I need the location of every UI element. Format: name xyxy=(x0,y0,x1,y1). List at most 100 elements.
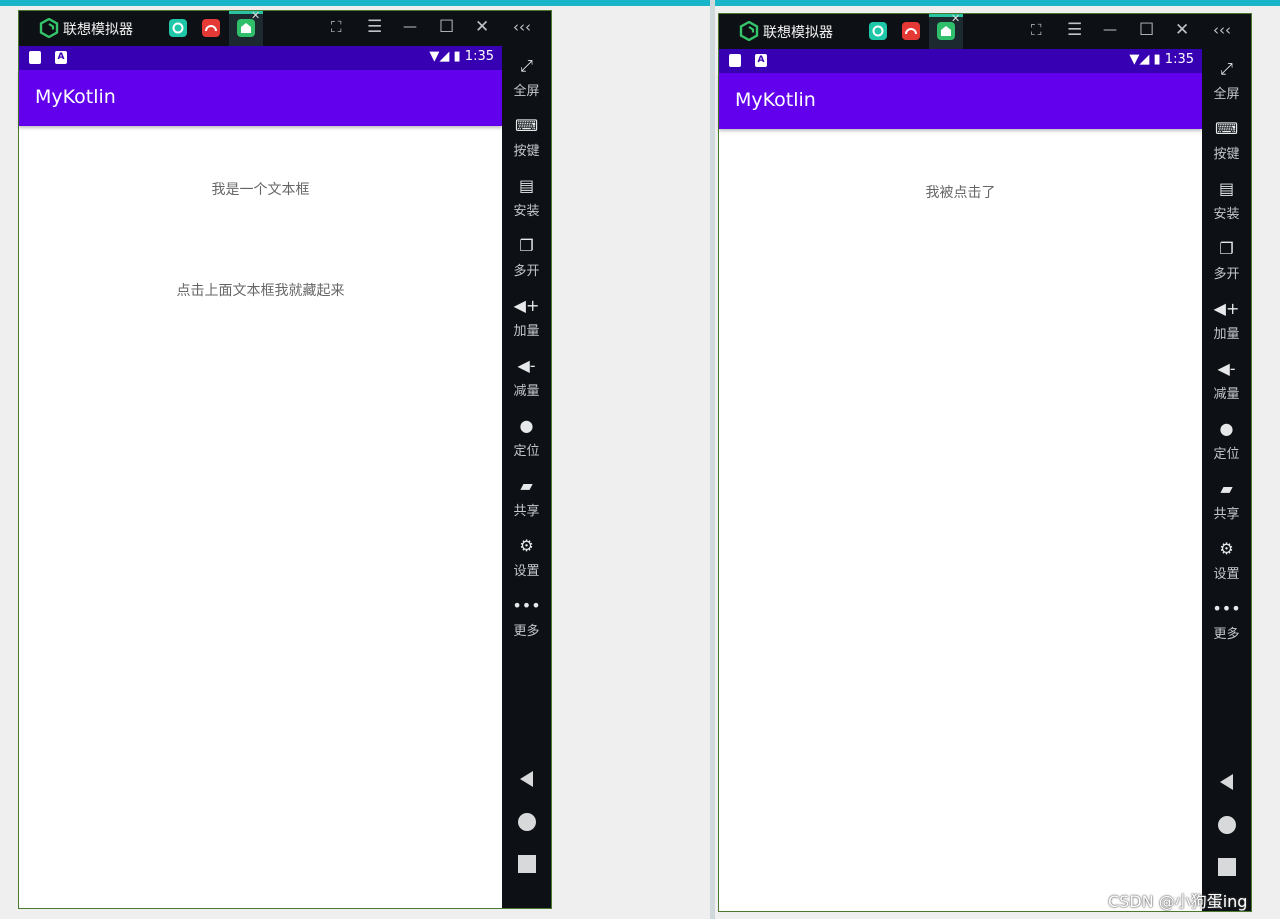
emulator-titlebar: 联想模拟器 ✕ ⛶ ☰ — ☐ ✕ ‹‹‹ xyxy=(719,12,1251,49)
signal-icon: ◢ xyxy=(1139,52,1150,67)
tab-app-teal-icon[interactable] xyxy=(169,19,187,37)
signal-icon: ◢ xyxy=(439,49,450,64)
recents-icon[interactable] xyxy=(1217,857,1237,877)
apk-icon: ▤ xyxy=(1218,179,1235,198)
text-view[interactable]: 我被点击了 xyxy=(719,182,1202,202)
lenovo-logo-icon xyxy=(39,18,59,38)
tab-app-teal-icon[interactable] xyxy=(869,22,887,40)
battery-icon: ▮ xyxy=(453,49,461,64)
sidebar-item-keys[interactable]: ⌨ 按键 xyxy=(1202,117,1251,162)
sidebar-item-volume-down[interactable]: ◀- 减量 xyxy=(1202,357,1251,402)
sidebar-item-location[interactable]: ● 定位 xyxy=(1202,417,1251,462)
sidebar-item-volume-up[interactable]: ◀+ 加量 xyxy=(502,294,551,339)
menu-icon[interactable]: ☰ xyxy=(1067,20,1082,40)
emulator-sidebar: ⤢ 全屏 ⌨ 按键 ▤ 安装 ❐ 多开 ◀+ 加量 ◀- 减量 ● 定位 ▰ 共 xyxy=(1202,49,1251,911)
collapse-sidebar-icon[interactable]: ‹‹‹ xyxy=(1213,20,1231,40)
emulator-title: 联想模拟器 xyxy=(763,25,833,41)
close-icon[interactable]: ✕ xyxy=(475,17,489,37)
sidebar-item-multi-open[interactable]: ❐ 多开 xyxy=(502,234,551,279)
collapse-sidebar-icon[interactable]: ‹‹‹ xyxy=(513,17,531,37)
multi-open-icon: ❐ xyxy=(1219,239,1234,258)
recents-icon[interactable] xyxy=(517,854,537,874)
notification-icon xyxy=(29,51,41,64)
sidebar-item-location[interactable]: ● 定位 xyxy=(502,414,551,459)
emulator-titlebar: 联想模拟器 ✕ ⛶ ☰ — ☐ ✕ ‹‹‹ xyxy=(19,9,551,46)
screenshot-icon[interactable]: ⛶ xyxy=(331,17,342,37)
sidebar-item-settings[interactable]: ⚙ 设置 xyxy=(502,534,551,579)
sidebar-item-fullscreen[interactable]: ⤢ 全屏 xyxy=(502,54,551,99)
emulator-sidebar: ⤢ 全屏 ⌨ 按键 ▤ 安装 ❐ 多开 ◀+ 加量 ◀- 减量 ● 定位 ▰ 共 xyxy=(502,46,551,908)
notification-a-icon: A xyxy=(55,51,67,64)
app-bar: MyKotlin xyxy=(719,73,1202,129)
screenshot-divider xyxy=(710,0,715,919)
status-right: ▼◢ ▮ 1:35 xyxy=(1129,52,1194,67)
minimize-icon[interactable]: — xyxy=(403,17,417,37)
sidebar-item-more[interactable]: ••• 更多 xyxy=(502,594,551,639)
app-title: MyKotlin xyxy=(35,86,116,108)
lenovo-logo-icon xyxy=(739,21,759,41)
sidebar-item-share[interactable]: ▰ 共享 xyxy=(1202,477,1251,522)
gear-icon: ⚙ xyxy=(1219,539,1234,558)
clock: 1:35 xyxy=(464,49,494,64)
more-icon: ••• xyxy=(512,596,541,615)
fullscreen-icon: ⤢ xyxy=(520,56,533,75)
sidebar-item-install[interactable]: ▤ 安装 xyxy=(502,174,551,219)
sidebar-item-volume-down[interactable]: ◀- 减量 xyxy=(502,354,551,399)
emulator-title: 联想模拟器 xyxy=(63,22,133,38)
folder-icon: ▰ xyxy=(1220,479,1233,498)
wifi-icon: ▼ xyxy=(1129,52,1140,67)
maximize-icon[interactable]: ☐ xyxy=(1139,20,1154,40)
text-view[interactable]: 我是一个文本框 xyxy=(19,179,502,199)
close-icon[interactable]: ✕ xyxy=(1175,20,1189,40)
battery-icon: ▮ xyxy=(1153,52,1161,67)
tab-app-red-icon[interactable] xyxy=(202,19,220,37)
status-bar: A ▼◢ ▮ 1:35 xyxy=(719,49,1202,73)
sidebar-item-keys[interactable]: ⌨ 按键 xyxy=(502,114,551,159)
folder-icon: ▰ xyxy=(520,476,533,495)
top-accent-bar-left xyxy=(0,0,710,6)
home-icon[interactable] xyxy=(517,812,537,832)
back-icon[interactable] xyxy=(517,769,537,789)
top-accent-bar-right xyxy=(715,0,1280,6)
android-screen: A ▼◢ ▮ 1:35 MyKotlin 我是一个文本框 点击上面文本框我就藏起… xyxy=(19,46,502,908)
sidebar-item-volume-up[interactable]: ◀+ 加量 xyxy=(1202,297,1251,342)
volume-down-icon: ◀- xyxy=(517,356,536,375)
keyboard-icon: ⌨ xyxy=(1214,119,1239,138)
hint-text-view: 点击上面文本框我就藏起来 xyxy=(176,283,345,299)
app-title: MyKotlin xyxy=(735,89,816,111)
status-bar: A ▼◢ ▮ 1:35 xyxy=(19,46,502,70)
sidebar-item-fullscreen[interactable]: ⤢ 全屏 xyxy=(1202,57,1251,102)
status-right: ▼◢ ▮ 1:35 xyxy=(429,49,494,64)
emulator-window-right: 联想模拟器 ✕ ⛶ ☰ — ☐ ✕ ‹‹‹ A ▼◢ ▮ 1:35 MyKotl… xyxy=(718,12,1252,912)
notification-icon xyxy=(729,54,741,67)
tab-close-icon[interactable]: ✕ xyxy=(251,9,260,22)
emulator-window-left: 联想模拟器 ✕ ⛶ ☰ — ☐ ✕ ‹‹‹ A ▼◢ ▮ 1:35 MyKotl… xyxy=(18,9,552,909)
screenshot-icon[interactable]: ⛶ xyxy=(1031,20,1042,40)
sidebar-item-install[interactable]: ▤ 安装 xyxy=(1202,177,1251,222)
volume-up-icon: ◀+ xyxy=(1213,299,1240,318)
android-screen: A ▼◢ ▮ 1:35 MyKotlin 我被点击了 xyxy=(719,49,1202,911)
notification-a-icon: A xyxy=(755,54,767,67)
sidebar-item-settings[interactable]: ⚙ 设置 xyxy=(1202,537,1251,582)
back-icon[interactable] xyxy=(1217,772,1237,792)
fullscreen-icon: ⤢ xyxy=(1220,59,1233,78)
clock: 1:35 xyxy=(1164,52,1194,67)
sidebar-item-share[interactable]: ▰ 共享 xyxy=(502,474,551,519)
multi-open-icon: ❐ xyxy=(519,236,534,255)
tab-close-icon[interactable]: ✕ xyxy=(951,12,960,25)
apk-icon: ▤ xyxy=(518,176,535,195)
location-icon: ● xyxy=(519,416,534,435)
wifi-icon: ▼ xyxy=(429,49,440,64)
tab-app-red-icon[interactable] xyxy=(902,22,920,40)
location-icon: ● xyxy=(1219,419,1234,438)
volume-down-icon: ◀- xyxy=(1217,359,1236,378)
maximize-icon[interactable]: ☐ xyxy=(439,17,454,37)
gear-icon: ⚙ xyxy=(519,536,534,555)
volume-up-icon: ◀+ xyxy=(513,296,540,315)
home-icon[interactable] xyxy=(1217,815,1237,835)
menu-icon[interactable]: ☰ xyxy=(367,17,382,37)
keyboard-icon: ⌨ xyxy=(514,116,539,135)
minimize-icon[interactable]: — xyxy=(1103,20,1117,40)
sidebar-item-multi-open[interactable]: ❐ 多开 xyxy=(1202,237,1251,282)
sidebar-item-more[interactable]: ••• 更多 xyxy=(1202,597,1251,642)
